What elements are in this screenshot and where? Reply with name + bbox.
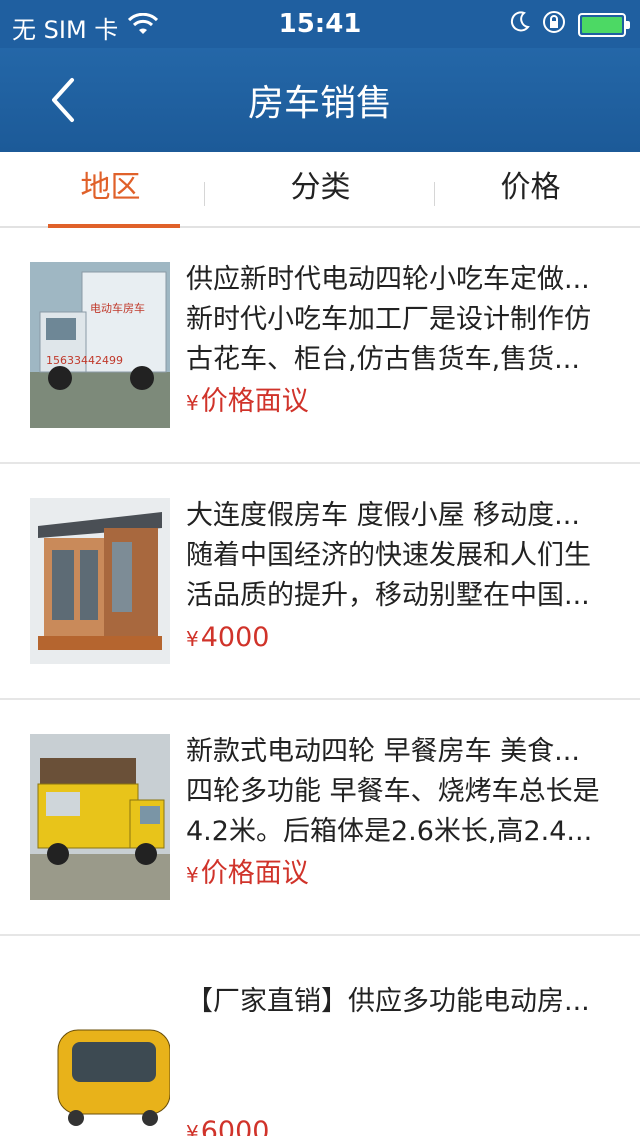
list-item[interactable]: 【厂家直销】供应多功能电动房... ¥6000: [0, 936, 640, 1136]
listing-list: 电动车房车 15633442499 供应新时代电动四轮小吃车定做... 新时代小…: [0, 228, 640, 1136]
price-value: 价格面议: [200, 386, 309, 417]
filter-tabs: 地区 分类 价格: [0, 152, 640, 228]
listing-price: ¥价格面议: [186, 382, 616, 423]
listing-thumbnail: [30, 498, 170, 664]
price-value: 价格面议: [200, 858, 309, 889]
list-item[interactable]: 新款式电动四轮 早餐房车 美食... 四轮多功能 早餐车、烧烤车总长是4.2米。…: [0, 700, 640, 936]
listing-description: 四轮多功能 早餐车、烧烤车总长是4.2米。后箱体是2.6米长,高2.4...: [186, 776, 600, 847]
tab-region[interactable]: 地区: [4, 152, 217, 228]
currency-symbol: ¥: [186, 863, 199, 887]
status-bar: 无 SIM 卡 15:41: [0, 0, 640, 48]
listing-thumbnail: 电动车房车 15633442499: [30, 262, 170, 428]
listing-price: ¥价格面议: [186, 854, 616, 895]
svg-text:电动车房车: 电动车房车: [90, 301, 145, 315]
tab-label: 分类: [290, 170, 351, 205]
status-right: [510, 10, 630, 40]
currency-symbol: ¥: [186, 1121, 199, 1136]
list-item[interactable]: 大连度假房车 度假小屋 移动度... 随着中国经济的快速发展和人们生活品质的提升…: [0, 464, 640, 700]
listing-info: 大连度假房车 度假小屋 移动度... 随着中国经济的快速发展和人们生活品质的提升…: [186, 496, 616, 659]
listing-description: 新时代小吃车加工厂是设计制作仿古花车、柜台,仿古售货车,售货...: [186, 304, 591, 375]
nav-bar: 房车销售: [0, 48, 640, 152]
tab-category[interactable]: 分类: [214, 152, 427, 226]
listing-title: 新款式电动四轮 早餐房车 美食...: [186, 736, 580, 767]
list-item[interactable]: 电动车房车 15633442499 供应新时代电动四轮小吃车定做... 新时代小…: [0, 228, 640, 464]
svg-text:15633442499: 15633442499: [46, 354, 123, 367]
currency-symbol: ¥: [186, 627, 199, 651]
listing-thumbnail: [30, 970, 170, 1136]
listing-thumbnail: [30, 734, 170, 900]
price-value: 6000: [200, 1116, 270, 1136]
rotation-lock-icon: [542, 10, 566, 40]
battery-icon: [578, 13, 630, 37]
tab-price[interactable]: 价格: [424, 152, 637, 226]
tab-label: 价格: [500, 170, 561, 205]
listing-title: 供应新时代电动四轮小吃车定做...: [186, 264, 590, 295]
listing-price: ¥4000: [186, 618, 616, 659]
listing-info: 新款式电动四轮 早餐房车 美食... 四轮多功能 早餐车、烧烤车总长是4.2米。…: [186, 732, 616, 895]
tab-divider: [204, 182, 205, 206]
listing-title: 【厂家直销】供应多功能电动房...: [186, 986, 590, 1017]
tab-label: 地区: [80, 170, 141, 205]
moon-icon: [510, 11, 530, 39]
listing-title: 大连度假房车 度假小屋 移动度...: [186, 500, 580, 531]
listing-info: 供应新时代电动四轮小吃车定做... 新时代小吃车加工厂是设计制作仿古花车、柜台,…: [186, 260, 616, 423]
currency-symbol: ¥: [186, 391, 199, 415]
listing-price: ¥6000: [186, 1112, 616, 1136]
listing-description: 随着中国经济的快速发展和人们生活品质的提升，移动别墅在中国...: [186, 540, 591, 611]
listing-info: 【厂家直销】供应多功能电动房... ¥6000: [186, 968, 616, 1136]
page-title: 房车销售: [247, 83, 392, 124]
price-value: 4000: [200, 622, 270, 653]
